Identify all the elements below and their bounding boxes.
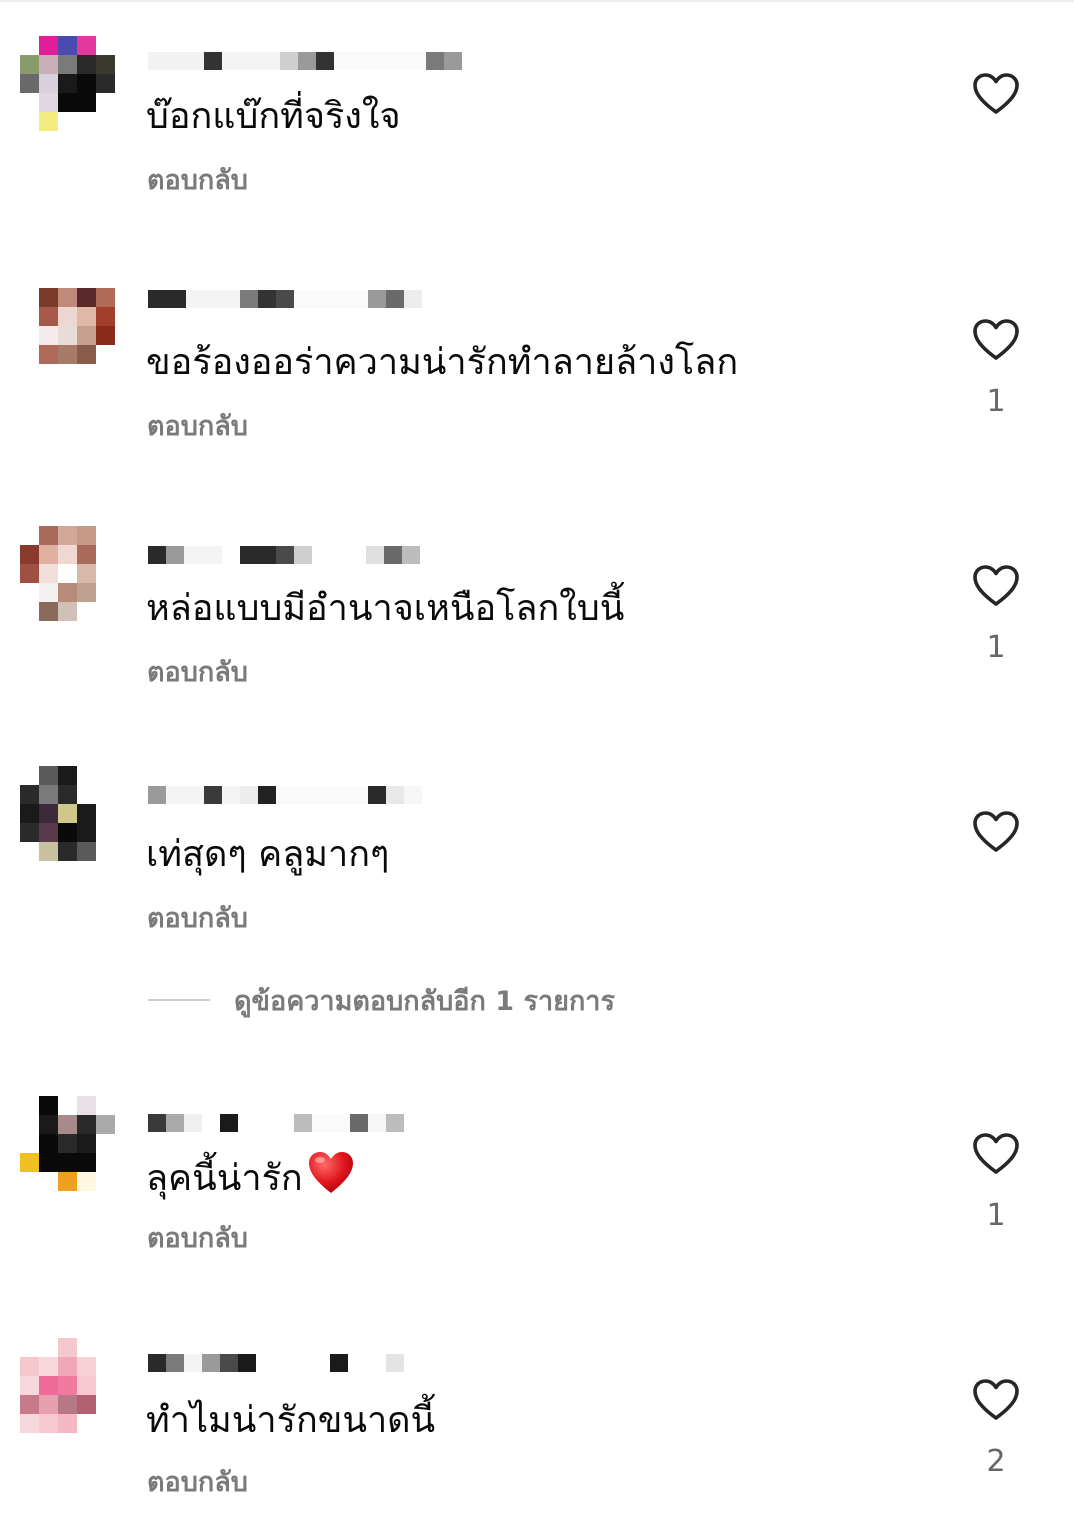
reply-button[interactable]: ตอบกลับ [147,1222,248,1256]
comment-text: ทำไมน่ารักขนาดนี้ [146,1400,436,1441]
like-button[interactable] [972,564,1020,608]
comment-text: บ๊อกแบ๊กที่จริงใจ [146,96,401,137]
avatar[interactable] [20,766,116,870]
username-redacted[interactable] [148,1352,404,1374]
comment-text: หล่อแบบมีอำนาจเหนือโลกใบนี้ [146,588,625,629]
heart-outline-icon [973,319,1019,360]
like-button[interactable] [972,1132,1020,1176]
like-button[interactable] [972,72,1020,116]
like-count: 1 [986,630,1006,665]
avatar[interactable] [20,526,116,630]
heart-outline-icon [973,565,1019,606]
heart-outline-icon [973,811,1019,852]
reply-button[interactable]: ตอบกลับ [147,410,248,444]
replies-divider [148,999,210,1001]
comment-text: ขอร้องออร่าความน่ารักทำลายล้างโลก [146,342,739,383]
username-redacted[interactable] [148,50,462,72]
heart-outline-icon [973,1133,1019,1174]
reply-button[interactable]: ตอบกลับ [147,656,248,690]
like-count: 1 [986,384,1006,419]
top-divider [0,0,1074,2]
comment-text: เท่สุดๆ คลูมากๆ [146,834,390,875]
reply-button[interactable]: ตอบกลับ [147,902,248,936]
reply-button[interactable]: ตอบกลับ [147,1466,248,1500]
like-button[interactable] [972,318,1020,362]
avatar[interactable] [20,36,116,140]
like-button[interactable] [972,810,1020,854]
view-more-replies-button[interactable]: ดูข้อความตอบกลับอีก 1 รายการ [148,980,615,1020]
like-count: 1 [986,1198,1006,1233]
heart-outline-icon [973,73,1019,114]
like-button[interactable] [972,1378,1020,1422]
comment-text: ลุคนี้น่ารัก [146,1150,355,1208]
avatar[interactable] [20,288,116,392]
avatar[interactable] [20,1096,116,1200]
username-redacted[interactable] [148,1112,404,1134]
username-redacted[interactable] [148,544,420,566]
reply-button[interactable]: ตอบกลับ [147,164,248,198]
like-count: 2 [986,1444,1006,1479]
username-redacted[interactable] [148,784,422,806]
heart-outline-icon [973,1379,1019,1420]
view-replies-label: ดูข้อความตอบกลับอีก 1 รายการ [234,985,615,1017]
avatar[interactable] [20,1338,116,1442]
username-redacted[interactable] [148,288,422,310]
red-heart-emoji [307,1150,355,1208]
